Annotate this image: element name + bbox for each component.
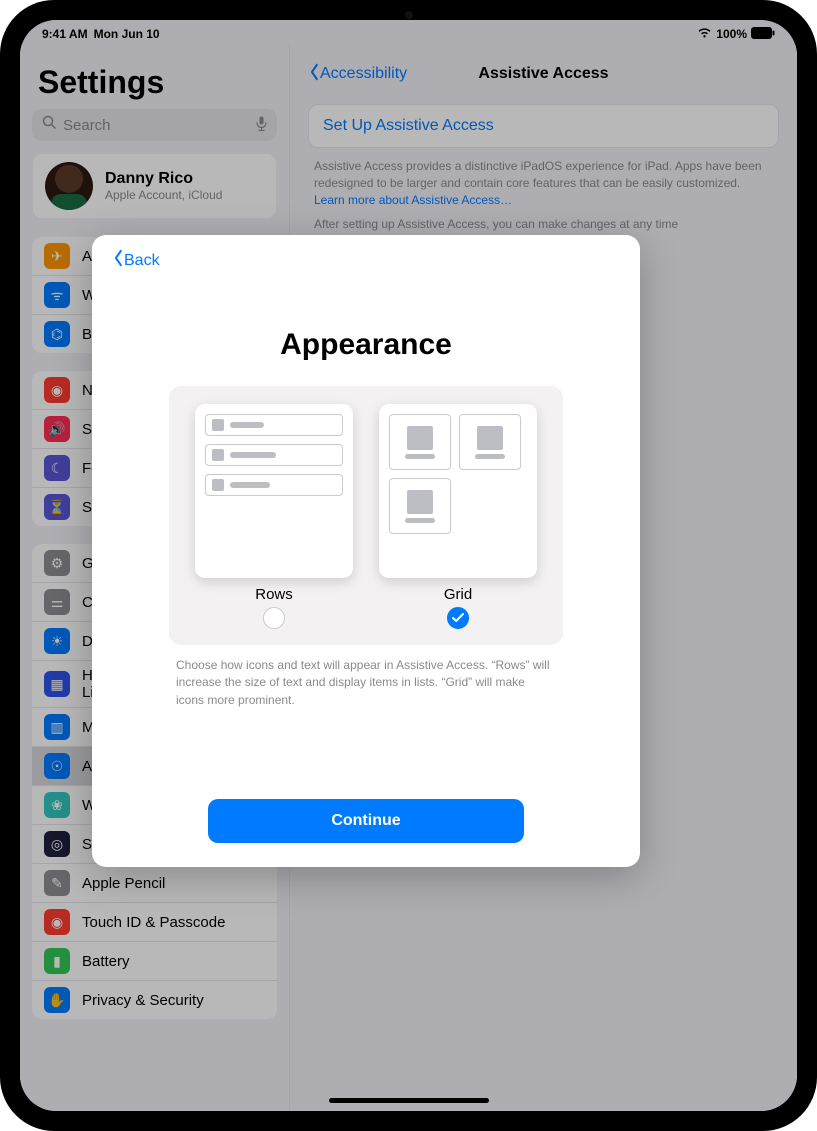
modal-helper-text: Choose how icons and text will appear in… <box>176 657 556 709</box>
home-indicator[interactable] <box>329 1098 489 1103</box>
continue-button[interactable]: Continue <box>208 799 524 843</box>
device-frame: 9:41 AM Mon Jun 10 100% Settings <box>0 0 817 1131</box>
option-rows-label: Rows <box>255 586 293 603</box>
radio-rows[interactable] <box>263 607 285 629</box>
option-grid-label: Grid <box>444 586 472 603</box>
modal-back-label: Back <box>124 252 160 270</box>
continue-label: Continue <box>331 812 400 830</box>
modal-title: Appearance <box>112 328 620 362</box>
appearance-options: Rows Grid <box>169 386 563 645</box>
option-rows[interactable]: Rows <box>194 404 354 629</box>
screen: 9:41 AM Mon Jun 10 100% Settings <box>20 20 797 1111</box>
rows-preview <box>195 404 353 578</box>
front-camera <box>405 11 413 19</box>
modal-back-button[interactable]: Back <box>112 249 160 272</box>
chevron-left-icon <box>114 249 122 272</box>
radio-grid[interactable] <box>447 607 469 629</box>
grid-preview <box>379 404 537 578</box>
check-icon <box>452 613 464 623</box>
option-grid[interactable]: Grid <box>378 404 538 629</box>
appearance-modal: Back Appearance Rows <box>92 235 640 867</box>
